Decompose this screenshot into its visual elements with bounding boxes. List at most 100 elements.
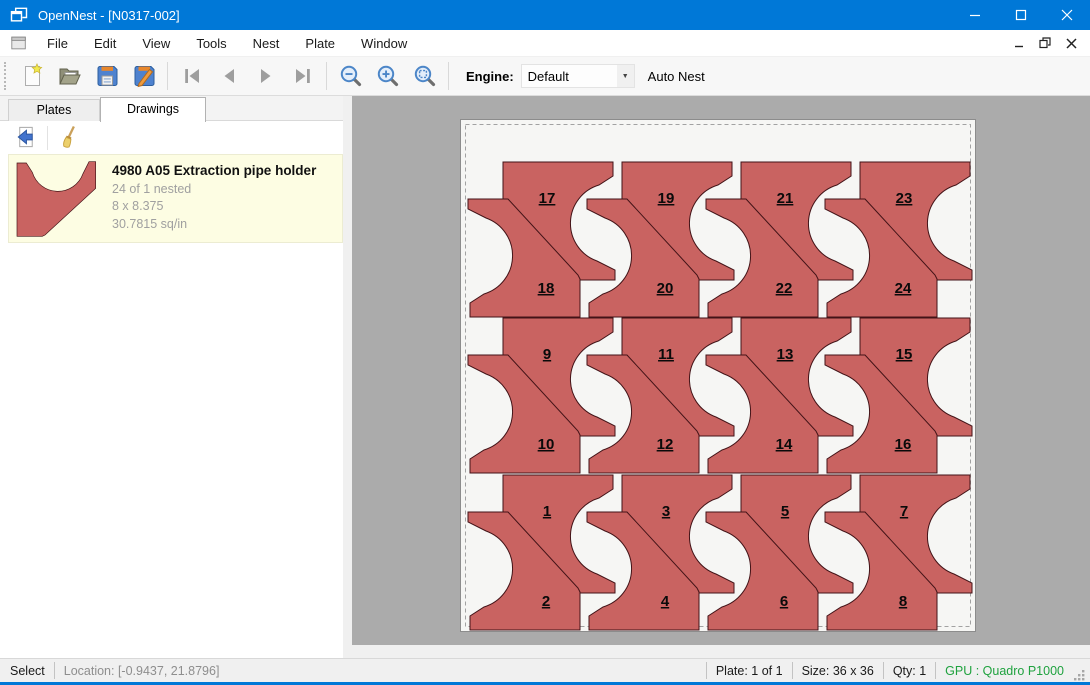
mdi-document-icon — [10, 34, 28, 52]
menu-item-nest[interactable]: Nest — [240, 31, 293, 56]
open-button[interactable] — [51, 60, 88, 93]
status-separator — [883, 662, 884, 679]
engine-select[interactable]: Default ▼ — [521, 64, 635, 88]
svg-text:16: 16 — [895, 436, 912, 453]
save-edit-icon — [131, 63, 157, 89]
new-nest-button[interactable] — [14, 60, 51, 93]
nested-parts-drawing[interactable]: 171819202122232491011121314151612345678 — [461, 120, 975, 631]
drawing-title: 4980 A05 Extraction pipe holder — [112, 163, 316, 178]
svg-text:3: 3 — [662, 503, 670, 520]
save-edit-button[interactable] — [125, 60, 162, 93]
close-button[interactable] — [1044, 0, 1090, 30]
svg-text:11: 11 — [658, 346, 674, 363]
svg-text:1: 1 — [543, 503, 551, 520]
menu-item-window[interactable]: Window — [348, 31, 420, 56]
menu-item-view[interactable]: View — [129, 31, 183, 56]
next-plate-button[interactable] — [247, 60, 284, 93]
zoom-out-button[interactable] — [332, 60, 369, 93]
menu-item-plate[interactable]: Plate — [292, 31, 348, 56]
title-bar: OpenNest - [N0317-002] — [0, 0, 1090, 30]
svg-text:23: 23 — [896, 190, 913, 207]
status-gpu: GPU : Quadro P1000 — [945, 664, 1064, 678]
svg-text:12: 12 — [657, 436, 674, 453]
svg-text:4: 4 — [661, 593, 670, 610]
drawings-toolbar — [0, 121, 343, 154]
save-button[interactable] — [88, 60, 125, 93]
svg-text:10: 10 — [538, 436, 555, 453]
status-qty: Qty: 1 — [893, 664, 926, 678]
svg-text:19: 19 — [658, 190, 675, 207]
minimize-icon — [969, 9, 981, 21]
svg-text:5: 5 — [781, 503, 789, 520]
tab-drawings[interactable]: Drawings — [100, 97, 206, 122]
broom-icon — [58, 125, 83, 150]
status-separator — [792, 662, 793, 679]
menu-item-tools[interactable]: Tools — [183, 31, 239, 56]
nest-canvas[interactable]: 171819202122232491011121314151612345678 — [352, 96, 1090, 645]
zoom-in-icon — [375, 63, 401, 89]
engine-value: Default — [522, 69, 617, 84]
svg-text:8: 8 — [899, 593, 907, 610]
zoom-fit-button[interactable] — [406, 60, 443, 93]
menu-item-file[interactable]: File — [34, 31, 81, 56]
minimize-button[interactable] — [952, 0, 998, 30]
sidebar-tabstrip: Plates Drawings — [0, 96, 343, 121]
toolbar-separator — [167, 62, 168, 90]
resize-grip[interactable] — [1072, 668, 1086, 682]
menu-bar: FileEditViewToolsNestPlateWindow — [0, 30, 1090, 57]
toolbar-grip[interactable] — [4, 62, 10, 90]
previous-plate-button[interactable] — [210, 60, 247, 93]
open-folder-icon — [57, 63, 83, 89]
maximize-icon — [1015, 9, 1027, 21]
clear-drawings-button[interactable] — [55, 124, 85, 152]
drawing-nested-count: 24 of 1 nested — [112, 182, 316, 196]
close-icon — [1061, 9, 1073, 21]
status-separator — [706, 662, 707, 679]
part-thumbnail — [15, 159, 99, 239]
canvas-bottom-strip — [352, 645, 1090, 658]
drawing-area: 30.7815 sq/in — [112, 217, 316, 231]
mdi-close-button[interactable] — [1058, 32, 1084, 54]
mdi-restore-button[interactable] — [1032, 32, 1058, 54]
first-plate-button[interactable] — [173, 60, 210, 93]
tab-plates[interactable]: Plates — [8, 99, 100, 121]
status-mode: Select — [10, 664, 45, 678]
zoom-out-icon — [338, 63, 364, 89]
new-document-icon — [20, 63, 46, 89]
svg-text:13: 13 — [777, 346, 794, 363]
auto-nest-button[interactable]: Auto Nest — [648, 69, 705, 84]
plate[interactable]: 171819202122232491011121314151612345678 — [461, 120, 975, 631]
main-toolbar: Engine: Default ▼ Auto Nest — [0, 57, 1090, 96]
mdi-close-icon — [1066, 38, 1077, 49]
engine-label: Engine: — [466, 69, 514, 84]
drawing-list-item[interactable]: 4980 A05 Extraction pipe holder 24 of 1 … — [8, 154, 343, 243]
svg-text:9: 9 — [543, 346, 551, 363]
zoom-in-button[interactable] — [369, 60, 406, 93]
mdi-minimize-button[interactable] — [1006, 32, 1032, 54]
sidebar: Plates Drawings 4980 A05 Extraction pipe… — [0, 96, 343, 658]
drawing-dimensions: 8 x 8.375 — [112, 199, 316, 213]
maximize-button[interactable] — [998, 0, 1044, 30]
app-icon — [9, 5, 29, 25]
toolbar-separator — [448, 62, 449, 90]
window-title: OpenNest - [N0317-002] — [38, 8, 180, 23]
svg-text:18: 18 — [538, 280, 555, 297]
toolbar-separator — [326, 62, 327, 90]
next-plate-icon — [253, 63, 279, 89]
panel-splitter[interactable] — [343, 96, 352, 658]
svg-text:20: 20 — [657, 280, 674, 297]
last-plate-button[interactable] — [284, 60, 321, 93]
first-plate-icon — [179, 63, 205, 89]
svg-text:17: 17 — [539, 190, 556, 207]
status-separator — [935, 662, 936, 679]
svg-text:6: 6 — [780, 593, 788, 610]
zoom-fit-icon — [412, 63, 438, 89]
mdi-restore-icon — [1039, 37, 1051, 49]
svg-text:24: 24 — [895, 280, 912, 297]
menu-item-edit[interactable]: Edit — [81, 31, 129, 56]
save-icon — [94, 63, 120, 89]
last-plate-icon — [290, 63, 316, 89]
import-drawing-button[interactable] — [10, 124, 40, 152]
svg-text:2: 2 — [542, 593, 550, 610]
chevron-down-icon[interactable]: ▼ — [617, 65, 634, 87]
